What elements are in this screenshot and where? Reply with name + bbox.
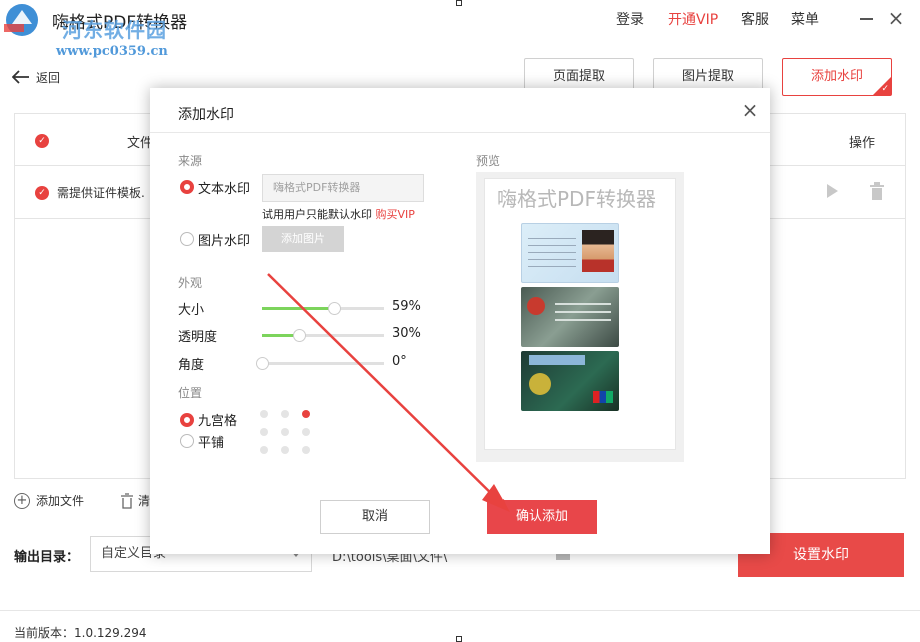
app-logo-icon xyxy=(4,4,38,36)
position-cell[interactable] xyxy=(302,410,310,418)
preview-area: 嗨格式PDF转换器 xyxy=(476,172,684,462)
add-watermark-dialog: 添加水印 × 来源 文本水印 嗨格式PDF转换器 试用用户只能默认水印 购买VI… xyxy=(150,88,770,554)
position-cell[interactable] xyxy=(302,446,310,454)
opacity-slider[interactable] xyxy=(262,329,384,342)
cancel-button[interactable]: 取消 xyxy=(320,500,430,534)
id-card-back-image xyxy=(521,287,619,347)
file-name: 需提供证件模板. xyxy=(57,186,145,200)
clear-list-button[interactable]: 清 xyxy=(120,492,150,509)
confirm-add-button[interactable]: 确认添加 xyxy=(487,500,597,534)
opacity-value: 30% xyxy=(392,326,421,341)
appearance-section-label: 外观 xyxy=(178,276,203,290)
size-value: 59% xyxy=(392,299,421,314)
id-card-front-image xyxy=(521,223,619,283)
crop-handle xyxy=(456,636,462,642)
version-text: 当前版本：1.0.129.294 xyxy=(14,626,147,640)
close-app-button[interactable]: × xyxy=(884,6,908,30)
opacity-label: 透明度 xyxy=(178,330,218,345)
preview-section-label: 预览 xyxy=(476,154,501,168)
footer-divider xyxy=(0,610,920,611)
tab-add-watermark-label: 添加水印 xyxy=(810,69,863,84)
text-watermark-label[interactable]: 文本水印 xyxy=(198,178,250,197)
login-link[interactable]: 登录 xyxy=(616,9,644,29)
add-file-button[interactable]: + 添加文件 xyxy=(14,492,84,509)
clear-label: 清 xyxy=(138,494,151,508)
back-button[interactable]: 返回 xyxy=(12,66,72,88)
bank-card-band xyxy=(529,355,585,365)
opacity-slider-thumb[interactable] xyxy=(292,329,306,342)
output-dir-label: 输出目录： xyxy=(14,550,80,565)
trial-note-text: 试用用户只能默认水印 xyxy=(262,208,372,221)
column-header-action: 操作 xyxy=(849,136,876,151)
position-cell[interactable] xyxy=(260,410,268,418)
trial-note: 试用用户只能默认水印 购买VIP xyxy=(262,206,415,222)
angle-slider-thumb[interactable] xyxy=(256,357,269,370)
bank-card-image xyxy=(521,351,619,411)
nine-grid-label[interactable]: 九宫格 xyxy=(198,410,237,429)
dialog-close-button[interactable]: × xyxy=(740,100,760,120)
check-icon: ✓ xyxy=(881,84,889,94)
position-cell[interactable] xyxy=(281,446,289,454)
play-icon[interactable] xyxy=(827,184,838,198)
site-watermark-url: www.pc0359.cn xyxy=(56,44,168,59)
position-section-label: 位置 xyxy=(178,386,203,400)
tile-label[interactable]: 平铺 xyxy=(198,432,224,451)
row-checkbox[interactable]: ✓ xyxy=(35,186,49,200)
dialog-title: 添加水印 xyxy=(178,107,234,123)
dialog-divider xyxy=(150,132,770,133)
back-label: 返回 xyxy=(36,70,61,85)
unionpay-logo xyxy=(593,391,613,403)
size-slider-thumb[interactable] xyxy=(327,302,341,315)
position-cell[interactable] xyxy=(260,428,268,436)
national-emblem-icon xyxy=(527,297,545,315)
open-vip-link[interactable]: 开通VIP xyxy=(668,9,718,29)
position-cell[interactable] xyxy=(281,428,289,436)
customer-service-link[interactable]: 客服 xyxy=(741,9,769,29)
size-slider[interactable] xyxy=(262,302,384,315)
watermark-text-input[interactable]: 嗨格式PDF转换器 xyxy=(262,174,424,202)
trash-icon xyxy=(121,492,133,509)
image-watermark-label[interactable]: 图片水印 xyxy=(198,230,250,249)
preview-page: 嗨格式PDF转换器 xyxy=(484,178,676,450)
plus-circle-icon: + xyxy=(14,492,30,509)
tile-radio[interactable] xyxy=(180,434,194,448)
menu-link[interactable]: 菜单 xyxy=(791,9,819,29)
minimize-button[interactable] xyxy=(856,8,876,28)
angle-label: 角度 xyxy=(178,358,205,373)
text-watermark-radio[interactable] xyxy=(180,180,194,194)
nine-grid-radio[interactable] xyxy=(180,413,194,427)
position-cell[interactable] xyxy=(302,428,310,436)
arrow-left-icon xyxy=(12,70,29,84)
position-grid xyxy=(260,410,316,462)
id-card-text-lines xyxy=(528,232,576,272)
bank-card-chip xyxy=(529,373,551,395)
buy-vip-link[interactable]: 购买VIP xyxy=(376,208,415,221)
preview-watermark-text: 嗨格式PDF转换器 xyxy=(497,187,656,211)
angle-slider[interactable] xyxy=(256,357,384,370)
select-all-checkbox[interactable]: ✓ xyxy=(35,134,49,148)
site-watermark-text: 河东软件园 xyxy=(62,18,167,42)
add-image-button[interactable]: 添加图片 xyxy=(262,226,344,252)
source-section-label: 来源 xyxy=(178,154,203,168)
position-cell[interactable] xyxy=(281,410,289,418)
trash-icon[interactable] xyxy=(869,182,885,200)
image-watermark-radio[interactable] xyxy=(180,232,194,246)
size-label: 大小 xyxy=(178,303,205,318)
crop-handle xyxy=(456,0,462,6)
angle-value: 0° xyxy=(392,354,407,369)
id-card-back-text xyxy=(555,297,611,323)
size-slider-fill xyxy=(262,307,334,310)
tab-add-watermark[interactable]: 添加水印 ✓ xyxy=(782,58,892,96)
id-card-portrait xyxy=(582,230,614,272)
add-file-label: 添加文件 xyxy=(36,494,85,508)
position-cell[interactable] xyxy=(260,446,268,454)
